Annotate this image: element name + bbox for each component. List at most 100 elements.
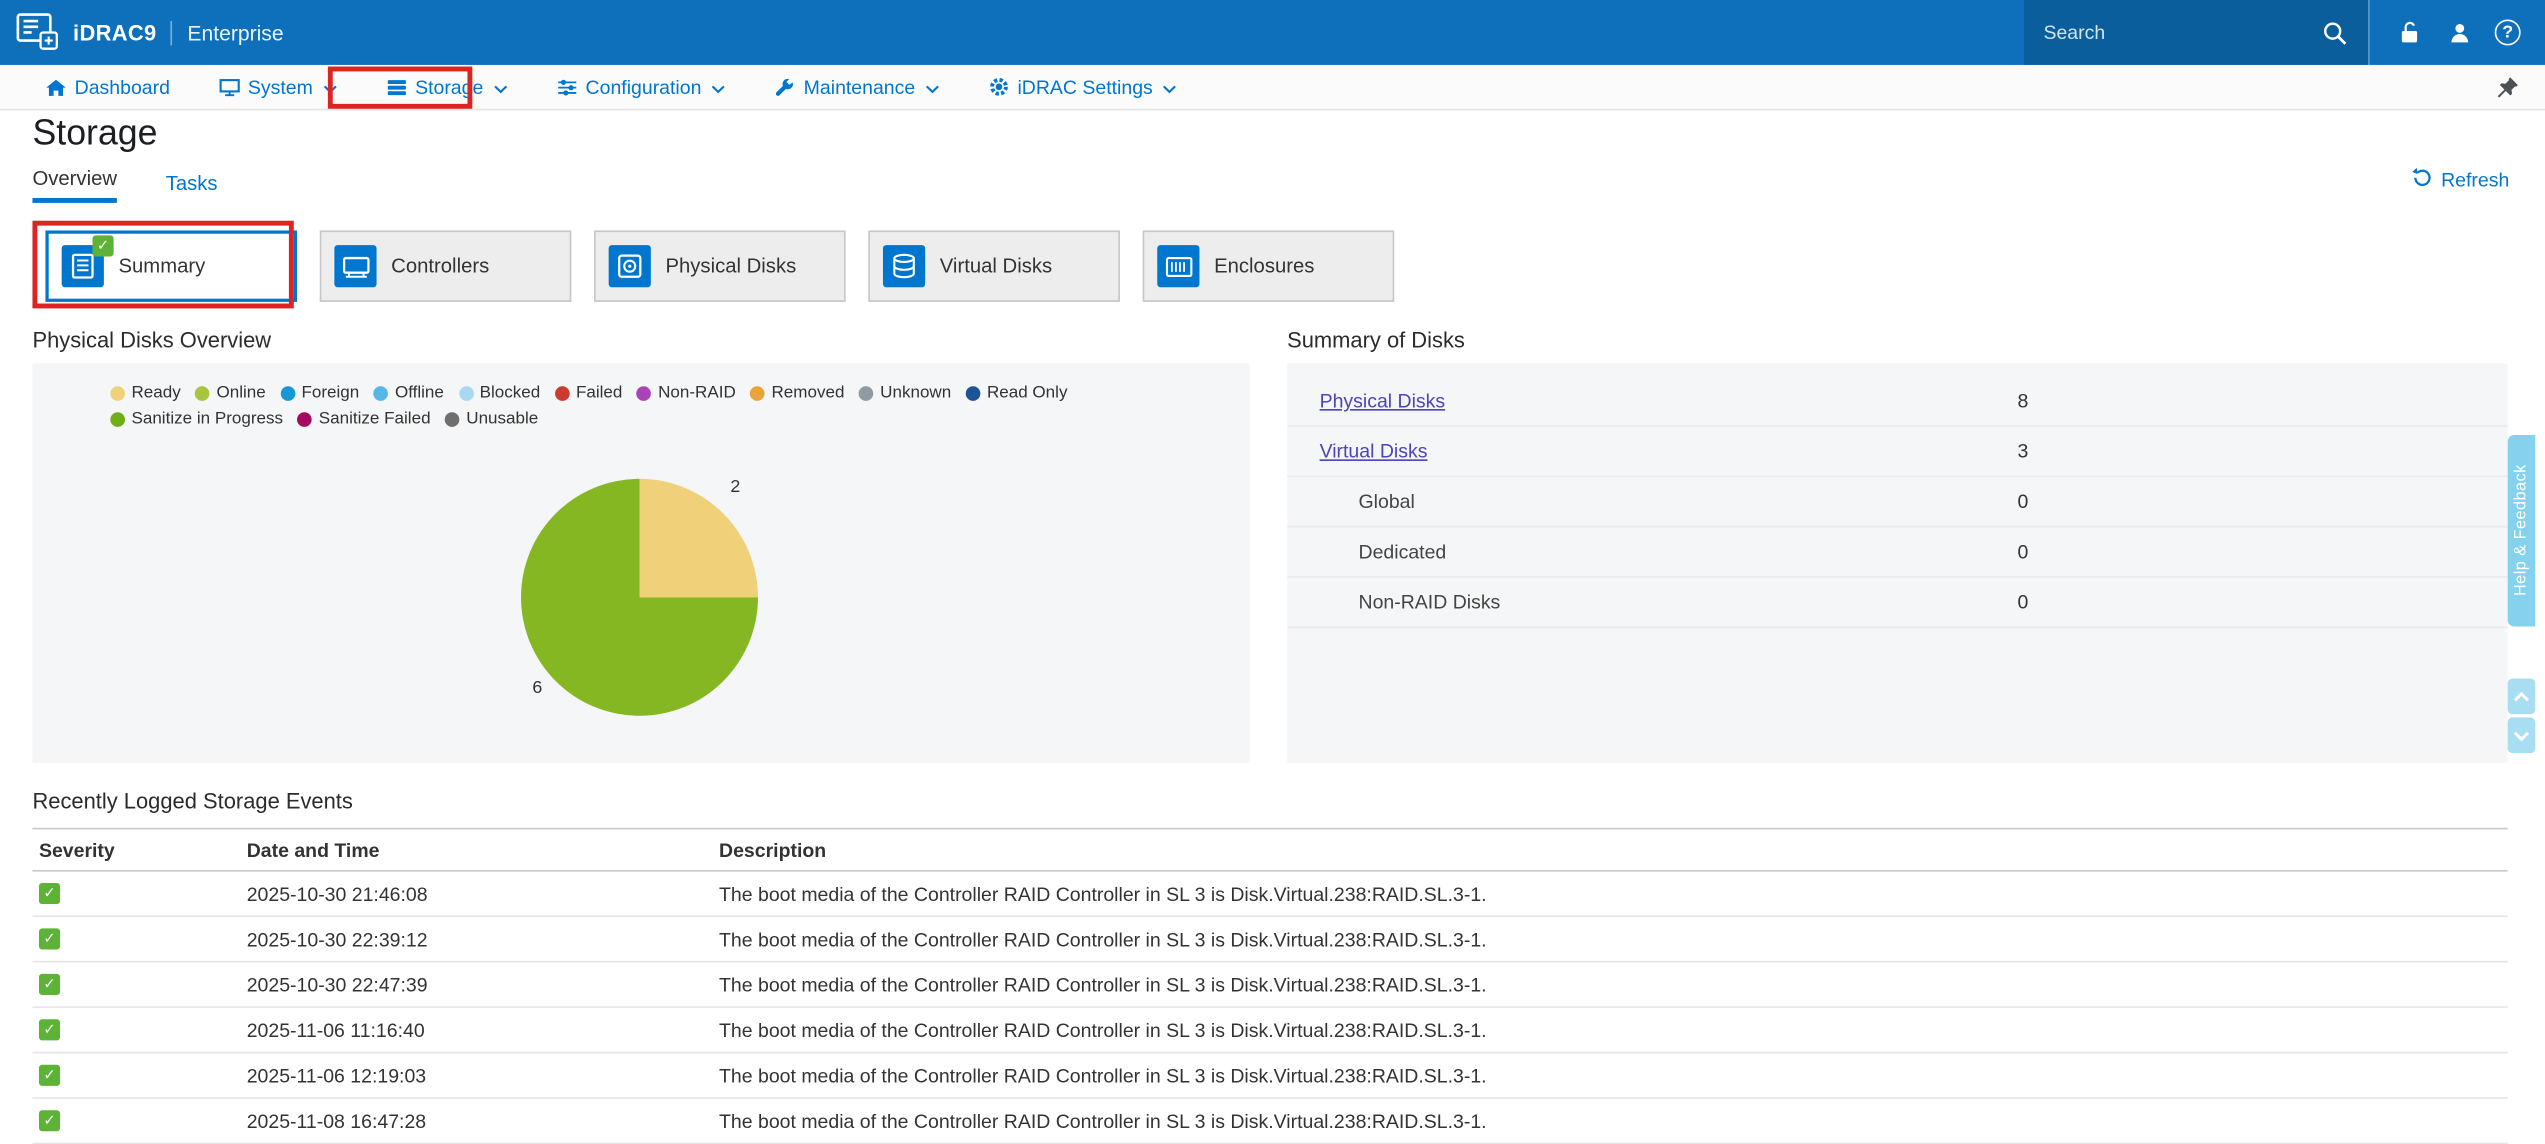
- legend-item: Unknown: [859, 383, 951, 402]
- scroll-up-button[interactable]: [2508, 678, 2536, 714]
- legend-dot: [195, 385, 210, 400]
- legend-dot: [110, 411, 125, 426]
- table-row: ✓ 2025-10-30 22:39:12 The boot media of …: [32, 917, 2507, 962]
- pie-slice-value: 2: [730, 477, 740, 496]
- card-label: Summary: [118, 255, 205, 278]
- card-label: Controllers: [391, 255, 489, 278]
- pie-slice-value: 6: [532, 678, 542, 697]
- tabs-row: Overview Tasks Refresh: [32, 162, 2509, 203]
- chevron-down-icon: [925, 84, 940, 94]
- legend-dot: [110, 385, 125, 400]
- tab-overview[interactable]: Overview: [32, 167, 117, 203]
- help-icon[interactable]: ?: [2495, 19, 2521, 45]
- physical-disks-link[interactable]: Physical Disks: [1320, 390, 1446, 413]
- virtual-disks-icon: [883, 245, 925, 287]
- pie-chart: [521, 479, 758, 716]
- disk-row: Dedicated 0: [1287, 528, 2508, 578]
- event-datetime: 2025-10-30 22:39:12: [247, 928, 719, 951]
- chevron-down-icon: [1163, 84, 1178, 94]
- pie-legend: Ready Online Foreign Offline Blocked Fai…: [32, 364, 1249, 429]
- brand-separator: [171, 20, 173, 44]
- event-description: The boot media of the Controller RAID Co…: [719, 1018, 2508, 1041]
- scroll-down-button[interactable]: [2508, 717, 2536, 753]
- card-physical-disks[interactable]: Physical Disks: [594, 230, 846, 301]
- refresh-button[interactable]: Refresh: [2412, 167, 2509, 203]
- disk-row: Virtual Disks 3: [1287, 427, 2508, 477]
- storage-card-buttons: ✓ Summary Controllers Physical Disks: [45, 230, 1394, 301]
- virtual-disks-link[interactable]: Virtual Disks: [1320, 440, 1428, 463]
- nav-configuration[interactable]: Configuration: [556, 75, 725, 98]
- legend-dot: [459, 385, 474, 400]
- refresh-icon: [2412, 167, 2433, 193]
- card-summary[interactable]: ✓ Summary: [45, 230, 297, 301]
- table-row: ✓ 2025-11-06 12:19:03 The boot media of …: [32, 1053, 2507, 1098]
- disk-rows: Physical Disks 8 Virtual Disks 3 Global …: [1287, 364, 2508, 629]
- search-box[interactable]: [2024, 0, 2368, 65]
- disk-count: 3: [2018, 440, 2029, 463]
- storage-icon: [386, 77, 407, 96]
- event-description: The boot media of the Controller RAID Co…: [719, 973, 2508, 996]
- nav-idrac-settings[interactable]: iDRAC Settings: [988, 75, 1177, 98]
- legend-dot: [445, 411, 460, 426]
- legend-dot: [555, 385, 570, 400]
- system-icon: [219, 77, 240, 96]
- help-feedback-tab[interactable]: Help & Feedback: [2508, 435, 2536, 627]
- table-row: ✓ 2025-11-06 11:16:40 The boot media of …: [32, 1008, 2507, 1053]
- idrac-logo-icon: [16, 13, 58, 52]
- legend-item: Unusable: [445, 409, 538, 428]
- event-datetime: 2025-10-30 21:46:08: [247, 882, 719, 905]
- search-icon[interactable]: [2319, 18, 2348, 47]
- chevron-down-icon: [493, 84, 508, 94]
- card-label: Virtual Disks: [940, 255, 1052, 278]
- nav-storage[interactable]: Storage: [386, 75, 508, 98]
- lock-open-icon[interactable]: [2394, 18, 2423, 47]
- search-input[interactable]: [2043, 21, 2306, 44]
- disk-count: 0: [2018, 540, 2029, 563]
- chevron-down-icon: [711, 84, 726, 94]
- idrac-settings-icon: [988, 76, 1009, 97]
- nav-label: Maintenance: [804, 75, 916, 98]
- severity-ok-icon: ✓: [39, 883, 60, 904]
- help-feedback-label: Help & Feedback: [2513, 465, 2531, 597]
- summary-icon: ✓: [62, 245, 104, 287]
- nav-label: iDRAC Settings: [1017, 75, 1152, 98]
- chevron-down-icon: [323, 84, 338, 94]
- table-row: ✓ 2025-10-30 21:46:08 The boot media of …: [32, 872, 2507, 917]
- nav-dashboard[interactable]: Dashboard: [45, 75, 170, 98]
- brand: iDRAC9 Enterprise: [0, 13, 284, 52]
- disk-count: 0: [2018, 591, 2029, 614]
- nav-maintenance[interactable]: Maintenance: [774, 75, 939, 98]
- card-label: Enclosures: [1214, 255, 1314, 278]
- pin-icon[interactable]: [2496, 75, 2519, 98]
- disk-row-label: Non-RAID Disks: [1320, 591, 2018, 614]
- card-virtual-disks[interactable]: Virtual Disks: [868, 230, 1120, 301]
- enclosures-icon: [1157, 245, 1199, 287]
- home-icon: [45, 77, 66, 96]
- main-nav: Dashboard System Storage Configuratio: [0, 65, 2545, 110]
- severity-ok-icon: ✓: [39, 928, 60, 949]
- event-description: The boot media of the Controller RAID Co…: [719, 928, 2508, 951]
- card-enclosures[interactable]: Enclosures: [1143, 230, 1395, 301]
- column-severity: Severity: [32, 838, 246, 861]
- card-controllers[interactable]: Controllers: [320, 230, 572, 301]
- column-datetime: Date and Time: [247, 838, 719, 861]
- legend-item: Foreign: [280, 383, 359, 402]
- tab-tasks[interactable]: Tasks: [166, 172, 218, 203]
- legend-dot: [750, 385, 765, 400]
- severity-ok-icon: ✓: [39, 1065, 60, 1086]
- scroll-buttons: [2508, 678, 2536, 753]
- nav-system[interactable]: System: [219, 75, 338, 98]
- legend-item: Failed: [555, 383, 623, 402]
- user-icon[interactable]: [2444, 18, 2473, 47]
- event-datetime: 2025-11-06 12:19:03: [247, 1064, 719, 1087]
- disk-row: Physical Disks 8: [1287, 377, 2508, 427]
- severity-ok-icon: ✓: [39, 974, 60, 995]
- legend-dot: [298, 411, 313, 426]
- event-description: The boot media of the Controller RAID Co…: [719, 1109, 2508, 1132]
- physical-disks-overview-title: Physical Disks Overview: [32, 328, 271, 352]
- disk-row-label: Dedicated: [1320, 540, 2018, 563]
- event-datetime: 2025-10-30 22:47:39: [247, 973, 719, 996]
- legend-dot: [374, 385, 389, 400]
- disk-count: 8: [2018, 390, 2029, 413]
- table-row: ✓ 2025-11-08 16:47:28 The boot media of …: [32, 1099, 2507, 1144]
